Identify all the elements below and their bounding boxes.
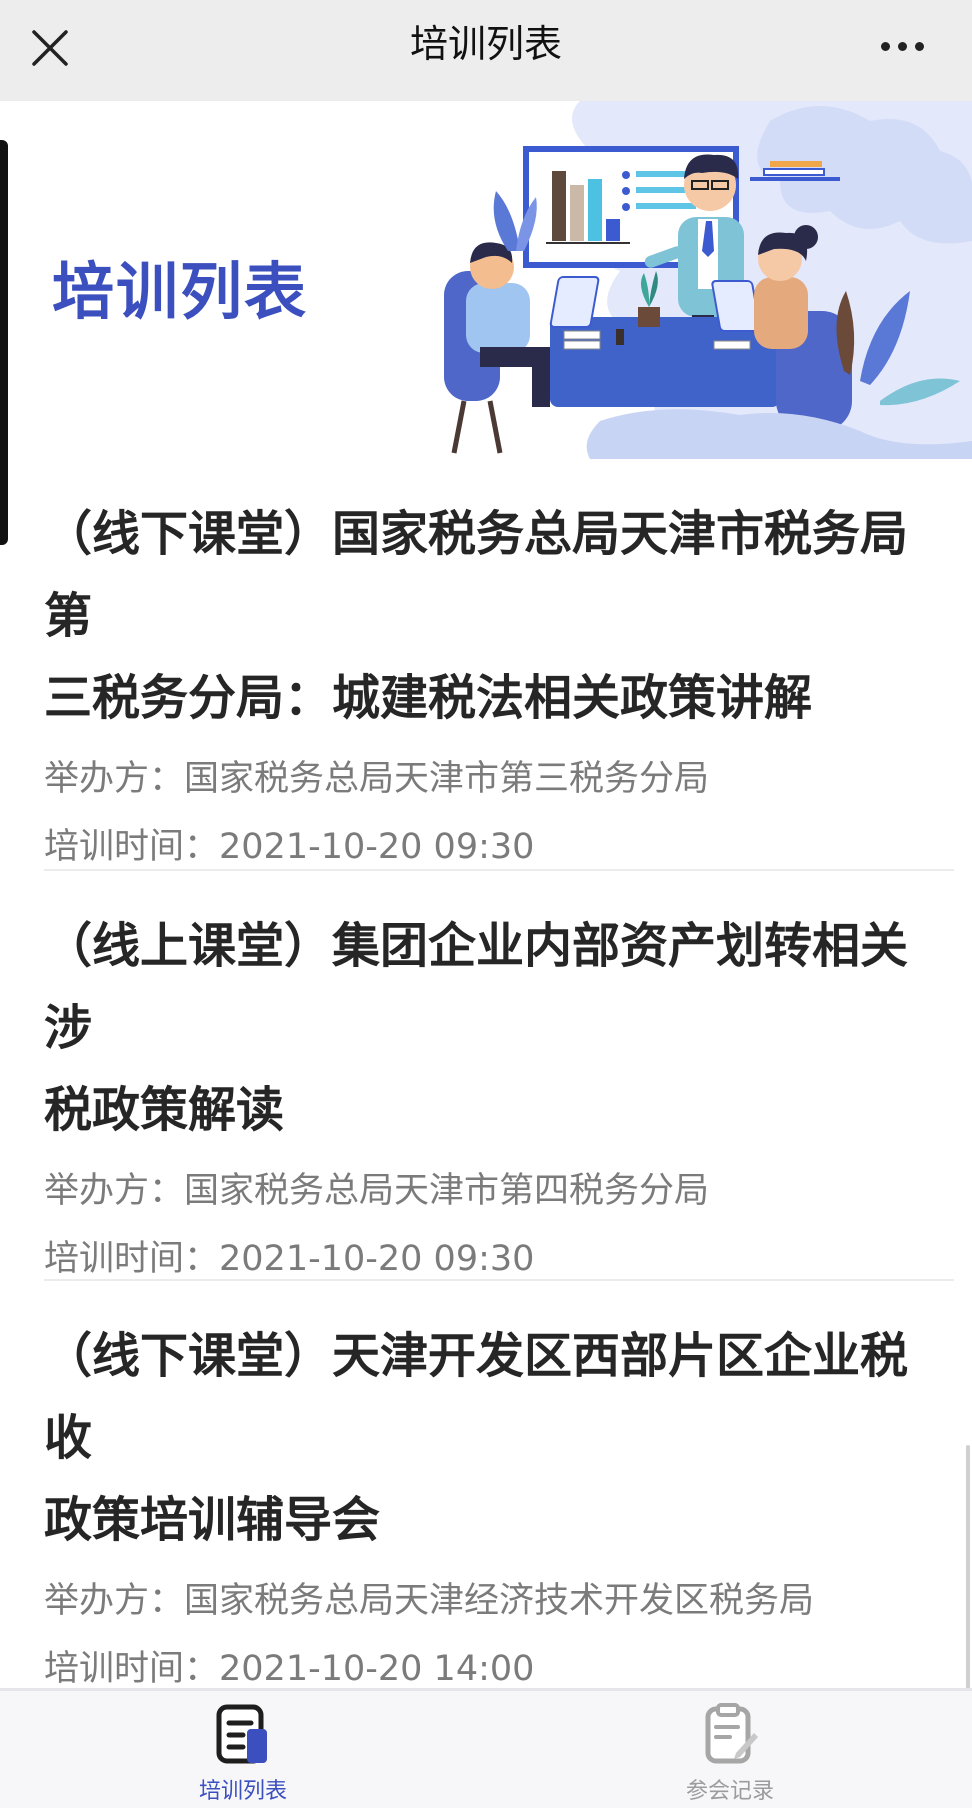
time-value: 2021-10-20 14:00 (219, 1649, 535, 1689)
organizer-value: 国家税务总局天津市第四税务分局 (184, 1171, 710, 1211)
tab-attendance-records[interactable]: 参会记录 (630, 1703, 830, 1807)
training-organizer: 举办方：国家税务总局天津市第三税务分局 (44, 745, 954, 813)
left-edge-handle (0, 140, 8, 545)
time-value: 2021-10-20 09:30 (219, 1239, 535, 1279)
training-organizer: 举办方：国家税务总局天津经济技术开发区税务局 (44, 1567, 954, 1635)
training-title-line: 政策培训辅导会 (44, 1492, 381, 1548)
app-page: 培训列表 培训列表 （线下课堂）国家税务总局天津市税务局第 三税务分局：城建税法… (0, 0, 972, 1808)
page-title: 培训列表 (409, 22, 562, 66)
more-dot-icon (880, 41, 890, 51)
bottom-tab-bar: 培训列表 参会记录 (0, 1688, 972, 1808)
time-label: 培训时间： (44, 827, 220, 867)
more-dot-icon (897, 41, 907, 51)
organizer-value: 国家税务总局天津经济技术开发区税务局 (184, 1581, 815, 1621)
banner-title: 培训列表 (52, 255, 309, 328)
training-title-line: （线下课堂）天津开发区西部片区企业税收 (44, 1328, 909, 1466)
organizer-label: 举办方： (44, 759, 185, 799)
tab-label: 参会记录 (685, 1779, 774, 1804)
time-value: 2021-10-20 09:30 (219, 827, 535, 867)
training-item[interactable]: （线上课堂）集团企业内部资产划转相关涉 税政策解读 举办方：国家税务总局天津市第… (44, 871, 954, 1293)
training-organizer: 举办方：国家税务总局天津市第四税务分局 (44, 1157, 954, 1225)
top-nav-bar: 培训列表 (0, 0, 972, 101)
training-title-line: 三税务分局：城建税法相关政策讲解 (44, 670, 813, 726)
time-label: 培训时间： (44, 1649, 220, 1689)
more-options-button[interactable] (870, 26, 934, 66)
time-label: 培训时间： (44, 1239, 220, 1279)
tab-label: 培训列表 (198, 1779, 287, 1804)
organizer-label: 举办方： (44, 1581, 185, 1621)
more-dot-icon (914, 41, 924, 51)
meeting-illustration (444, 101, 972, 459)
document-list-icon (216, 1704, 267, 1764)
training-title-line: （线上课堂）集团企业内部资产划转相关涉 (44, 918, 909, 1056)
organizer-value: 国家税务总局天津市第三税务分局 (184, 759, 710, 799)
tab-training-list[interactable]: 培训列表 (143, 1703, 343, 1807)
training-title: （线下课堂）天津开发区西部片区企业税收 政策培训辅导会 (44, 1315, 954, 1561)
clipboard-edit-icon (705, 1703, 758, 1764)
training-title-line: （线下课堂）国家税务总局天津市税务局第 (44, 506, 909, 644)
training-item[interactable]: （线下课堂）国家税务总局天津市税务局第 三税务分局：城建税法相关政策讲解 举办方… (44, 459, 954, 881)
training-title: （线下课堂）国家税务总局天津市税务局第 三税务分局：城建税法相关政策讲解 (44, 493, 954, 739)
training-title: （线上课堂）集团企业内部资产划转相关涉 税政策解读 (44, 905, 954, 1151)
organizer-label: 举办方： (44, 1171, 185, 1211)
banner: 培训列表 (0, 101, 972, 459)
training-title-line: 税政策解读 (44, 1082, 285, 1138)
training-item[interactable]: （线下课堂）天津开发区西部片区企业税收 政策培训辅导会 举办方：国家税务总局天津… (44, 1281, 954, 1703)
